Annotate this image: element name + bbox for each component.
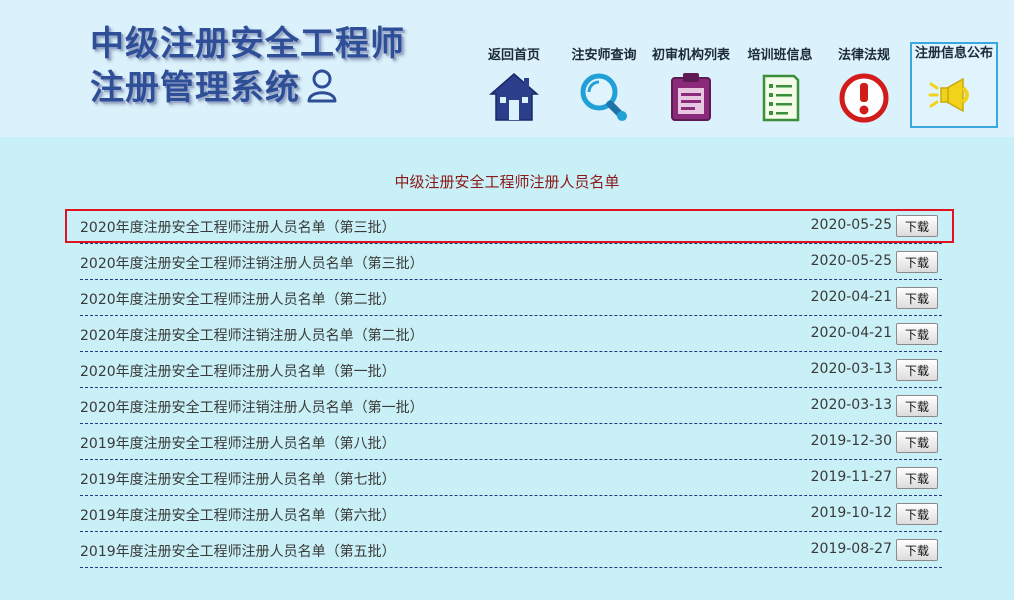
list-item: 2020年度注册安全工程师注销注册人员名单（第一批） 2020-03-13 下载 xyxy=(80,388,942,424)
nav-training-info[interactable]: 培训班信息 xyxy=(738,42,822,128)
download-button[interactable]: 下载 xyxy=(896,431,938,453)
download-button[interactable]: 下载 xyxy=(896,323,938,345)
list-item: 2019年度注册安全工程师注册人员名单（第七批） 2019-11-27 下载 xyxy=(80,460,942,496)
notice-list: 2020年度注册安全工程师注册人员名单（第三批） 2020-05-25 下载 2… xyxy=(80,208,942,568)
clipboard-icon xyxy=(671,73,711,121)
header: 中级注册安全工程师 注册管理系统 返回首页 注安师查询 初审机构列表 培训班信息… xyxy=(0,0,1014,137)
list-item-title[interactable]: 2020年度注册安全工程师注销注册人员名单（第三批） xyxy=(80,253,424,273)
nav-home-label: 返回首页 xyxy=(487,48,540,63)
list-item-title[interactable]: 2020年度注册安全工程师注销注册人员名单（第二批） xyxy=(80,325,424,345)
list-item-date: 2020-03-13 xyxy=(810,361,892,377)
home-icon xyxy=(488,73,540,121)
nav-registration-notices-label: 注册信息公布 xyxy=(914,46,993,61)
list-item: 2019年度注册安全工程师注册人员名单（第六批） 2019-10-12 下载 xyxy=(80,496,942,532)
list-item-date: 2019-12-30 xyxy=(810,433,892,449)
list-item-title[interactable]: 2020年度注册安全工程师注册人员名单（第二批） xyxy=(80,289,396,309)
list-item-date: 2019-10-12 xyxy=(810,505,892,521)
magnifier-icon xyxy=(580,73,627,121)
nav-review-agencies[interactable]: 初审机构列表 xyxy=(647,42,735,128)
nav-laws-regulations[interactable]: 法律法规 xyxy=(822,42,906,128)
nav-engineer-search[interactable]: 注安师查询 xyxy=(562,42,646,128)
nav-training-info-label: 培训班信息 xyxy=(747,48,813,63)
list-item: 2020年度注册安全工程师注册人员名单（第一批） 2020-03-13 下载 xyxy=(80,352,942,388)
list-item: 2019年度注册安全工程师注册人员名单（第八批） 2019-12-30 下载 xyxy=(80,424,942,460)
list-item-date: 2020-04-21 xyxy=(810,325,892,341)
download-button[interactable]: 下载 xyxy=(896,287,938,309)
nav-review-agencies-label: 初审机构列表 xyxy=(651,48,730,63)
nav-laws-regulations-label: 法律法规 xyxy=(837,48,890,63)
alert-icon xyxy=(839,73,889,123)
list-item: 2020年度注册安全工程师注销注册人员名单（第三批） 2020-05-25 下载 xyxy=(80,244,942,280)
download-button[interactable]: 下载 xyxy=(896,503,938,525)
list-item: 2020年度注册安全工程师注册人员名单（第三批） 2020-05-25 下载 xyxy=(80,208,942,244)
site-logo[interactable]: 中级注册安全工程师 注册管理系统 xyxy=(90,22,410,117)
download-button[interactable]: 下载 xyxy=(896,395,938,417)
list-item-title[interactable]: 2019年度注册安全工程师注册人员名单（第五批） xyxy=(80,541,396,561)
nav-home[interactable]: 返回首页 xyxy=(472,42,556,128)
list-item-date: 2020-05-25 xyxy=(810,217,892,233)
list-item: 2019年度注册安全工程师注册人员名单（第五批） 2019-08-27 下载 xyxy=(80,532,942,568)
user-icon xyxy=(307,69,337,103)
list-item-date: 2020-05-25 xyxy=(810,253,892,269)
list-item-date: 2020-03-13 xyxy=(810,397,892,413)
list-item-title[interactable]: 2019年度注册安全工程师注册人员名单（第八批） xyxy=(80,433,396,453)
nav-registration-notices[interactable]: 注册信息公布 xyxy=(910,42,998,128)
nav-engineer-search-label: 注安师查询 xyxy=(571,48,637,63)
list-item-date: 2019-11-27 xyxy=(810,469,892,485)
logo-line-1: 中级注册安全工程师 xyxy=(90,24,405,64)
list-item-title[interactable]: 2019年度注册安全工程师注册人员名单（第六批） xyxy=(80,505,396,525)
checklist-icon xyxy=(762,74,800,122)
list-item-title[interactable]: 2019年度注册安全工程师注册人员名单（第七批） xyxy=(80,469,396,489)
logo-line-2-text: 注册管理系统 xyxy=(90,68,300,108)
download-button[interactable]: 下载 xyxy=(896,467,938,489)
logo-line-2: 注册管理系统 xyxy=(90,66,410,110)
download-button[interactable]: 下载 xyxy=(896,215,938,237)
list-item-date: 2019-08-27 xyxy=(810,541,892,557)
download-button[interactable]: 下载 xyxy=(896,359,938,381)
list-item-date: 2020-04-21 xyxy=(810,289,892,305)
list-item-title[interactable]: 2020年度注册安全工程师注册人员名单（第三批） xyxy=(80,217,396,237)
download-button[interactable]: 下载 xyxy=(896,539,938,561)
download-button[interactable]: 下载 xyxy=(896,251,938,273)
list-item-title[interactable]: 2020年度注册安全工程师注销注册人员名单（第一批） xyxy=(80,397,424,417)
list-item: 2020年度注册安全工程师注销注册人员名单（第二批） 2020-04-21 下载 xyxy=(80,316,942,352)
megaphone-icon xyxy=(928,77,969,113)
list-item: 2020年度注册安全工程师注册人员名单（第二批） 2020-04-21 下载 xyxy=(80,280,942,316)
top-nav: 返回首页 注安师查询 初审机构列表 培训班信息 法律法规 注册信息公布 xyxy=(472,42,1002,128)
page-title: 中级注册安全工程师注册人员名单 xyxy=(394,173,620,191)
list-item-title[interactable]: 2020年度注册安全工程师注册人员名单（第一批） xyxy=(80,361,396,381)
